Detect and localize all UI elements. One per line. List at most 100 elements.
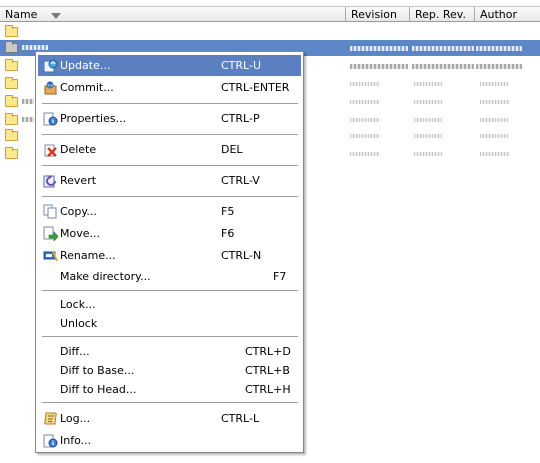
obscured-author — [476, 64, 522, 69]
column-header-name-label: Name — [5, 8, 38, 21]
menu-item-shortcut: CTRL-P — [221, 112, 260, 125]
menu-item-label: Properties... — [60, 112, 127, 125]
obscured-rep-rev — [414, 100, 442, 104]
update-icon — [43, 59, 58, 73]
folder-icon — [5, 59, 18, 71]
obscured-author — [480, 82, 508, 86]
column-header-revision[interactable]: Revision — [346, 7, 410, 22]
folder-icon — [5, 95, 18, 107]
column-header-name[interactable]: Name — [0, 7, 346, 22]
menu-item-label: Commit... — [60, 81, 114, 94]
menu-item-log[interactable]: Log... CTRL-L — [38, 408, 301, 429]
move-icon — [43, 226, 58, 241]
menu-separator — [42, 134, 298, 135]
menu-item-diff-to-head[interactable]: Diff to Head... CTRL+H — [38, 379, 301, 400]
menu-item-unlock[interactable]: Unlock — [38, 313, 301, 334]
table-row[interactable] — [0, 24, 540, 40]
menu-item-shortcut: F7 — [273, 270, 287, 283]
menu-separator — [42, 103, 298, 104]
obscured-revision — [350, 134, 380, 138]
menu-item-info[interactable]: Info... — [38, 430, 301, 451]
menu-item-label: Copy... — [60, 205, 97, 218]
menu-item-label: Lock... — [60, 298, 96, 311]
menu-separator — [42, 165, 298, 166]
menu-separator — [42, 402, 298, 403]
menu-item-update[interactable]: Update... CTRL-U — [38, 55, 301, 76]
obscured-name — [22, 99, 34, 104]
menu-item-make-directory[interactable]: Make directory... F7 — [38, 266, 301, 287]
folder-icon — [5, 113, 18, 125]
column-header-rep-rev[interactable]: Rep. Rev. — [410, 7, 475, 22]
column-header-author[interactable]: Author — [475, 7, 540, 22]
folder-icon — [5, 41, 18, 53]
rename-icon — [43, 250, 58, 262]
menu-separator — [42, 196, 298, 197]
menu-item-label: Log... — [60, 412, 91, 425]
menu-item-lock[interactable]: Lock... — [38, 294, 301, 315]
obscured-rep-rev — [414, 82, 442, 86]
obscured-rep-rev — [414, 118, 442, 122]
menu-item-label: Diff to Head... — [60, 383, 137, 396]
copy-icon — [43, 204, 57, 219]
menu-separator — [42, 290, 298, 291]
folder-icon — [5, 147, 18, 159]
menu-item-commit[interactable]: Commit... CTRL-ENTER — [38, 77, 301, 98]
obscured-revision — [350, 152, 380, 156]
menu-item-shortcut: CTRL-L — [221, 412, 260, 425]
menu-item-copy[interactable]: Copy... F5 — [38, 201, 301, 222]
menu-item-shortcut: CTRL-U — [221, 59, 261, 72]
obscured-revision — [350, 64, 408, 69]
commit-icon — [44, 81, 57, 95]
obscured-revision — [350, 118, 380, 122]
menu-item-label: Make directory... — [60, 270, 151, 283]
menu-item-rename[interactable]: Rename... CTRL-N — [38, 245, 301, 266]
menu-item-delete[interactable]: Delete DEL — [38, 139, 301, 160]
obscured-name — [22, 45, 48, 50]
obscured-name — [22, 117, 34, 122]
menu-item-shortcut: DEL — [221, 143, 243, 156]
file-table-header: Name Revision Rep. Rev. Author — [0, 6, 540, 22]
menu-item-shortcut: CTRL+B — [245, 364, 290, 377]
delete-icon — [44, 144, 57, 157]
obscured-author — [476, 46, 522, 51]
menu-item-shortcut: F5 — [221, 205, 235, 218]
menu-item-label: Update... — [60, 59, 111, 72]
menu-item-shortcut: CTRL+D — [245, 345, 291, 358]
properties-icon — [43, 112, 58, 126]
obscured-rep-rev — [412, 64, 474, 69]
menu-item-move[interactable]: Move... F6 — [38, 223, 301, 244]
menu-item-shortcut: CTRL-ENTER — [221, 81, 290, 94]
menu-item-revert[interactable]: Revert CTRL-V — [38, 170, 301, 191]
menu-item-shortcut: CTRL+H — [245, 383, 291, 396]
menu-item-label: Rename... — [60, 249, 116, 262]
menu-item-label: Delete — [60, 143, 97, 156]
obscured-author — [480, 152, 510, 156]
sort-descending-icon — [51, 13, 61, 19]
context-menu: Update... CTRL-U Commit... CTRL-ENTER Pr… — [35, 51, 304, 453]
revert-icon — [43, 175, 56, 188]
obscured-rep-rev — [412, 46, 474, 51]
menu-item-label: Move... — [60, 227, 100, 240]
menu-item-label: Unlock — [60, 317, 98, 330]
obscured-revision — [350, 100, 380, 104]
obscured-author — [480, 134, 508, 138]
obscured-revision — [350, 82, 380, 86]
menu-separator — [42, 336, 298, 337]
menu-item-shortcut: CTRL-V — [221, 174, 260, 187]
obscured-rep-rev — [414, 152, 442, 156]
menu-item-properties[interactable]: Properties... CTRL-P — [38, 108, 301, 129]
menu-item-diff[interactable]: Diff... CTRL+D — [38, 341, 301, 362]
menu-item-shortcut: F6 — [221, 227, 235, 240]
folder-icon — [5, 129, 18, 141]
menu-item-label: Diff... — [60, 345, 90, 358]
log-icon — [44, 412, 57, 425]
menu-item-label: Info... — [60, 434, 92, 447]
obscured-author — [480, 118, 508, 122]
menu-item-shortcut: CTRL-N — [221, 249, 262, 262]
menu-item-diff-to-base[interactable]: Diff to Base... CTRL+B — [38, 360, 301, 381]
obscured-author — [480, 100, 510, 104]
info-icon — [43, 434, 58, 448]
folder-icon — [5, 77, 18, 89]
folder-icon — [5, 25, 18, 37]
menu-item-label: Diff to Base... — [60, 364, 135, 377]
